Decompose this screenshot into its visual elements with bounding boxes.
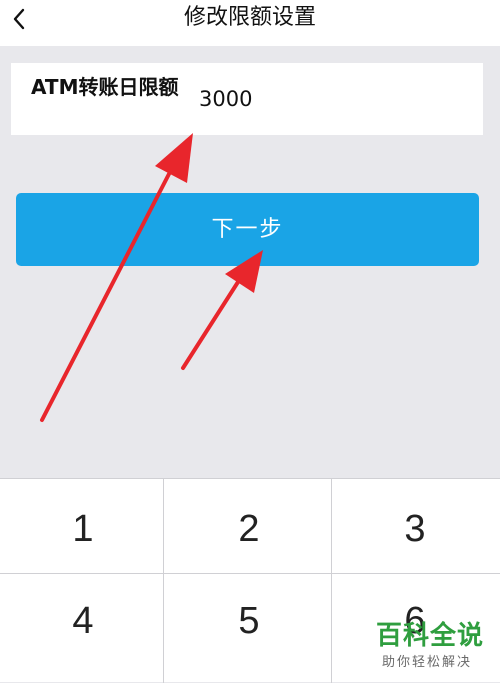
watermark-logo: 百科全说 助你轻松解决 — [368, 620, 498, 680]
key-5[interactable]: 5 — [166, 574, 332, 668]
page-title: 修改限额设置 — [183, 5, 316, 30]
nav-header: 修改限额设置 — [0, 0, 500, 46]
limit-amount-input[interactable] — [199, 85, 469, 113]
red-arrow-icon — [181, 250, 263, 370]
key-1[interactable]: 1 — [0, 482, 166, 576]
key-2[interactable]: 2 — [166, 482, 332, 576]
watermark-title: 百科全说 — [376, 621, 485, 651]
key-4[interactable]: 4 — [0, 574, 166, 668]
keypad-divider — [163, 479, 164, 683]
keypad-divider — [331, 479, 332, 683]
next-step-button[interactable]: 下一步 — [16, 193, 479, 266]
limit-label: ATM转账日限额 — [31, 75, 179, 99]
keypad-divider — [0, 573, 500, 574]
watermark-subtitle: 助你轻松解决 — [382, 655, 473, 670]
key-3[interactable]: 3 — [332, 482, 498, 576]
limit-form-row: ATM转账日限额 — [11, 63, 483, 135]
red-arrow-icon — [40, 133, 193, 422]
